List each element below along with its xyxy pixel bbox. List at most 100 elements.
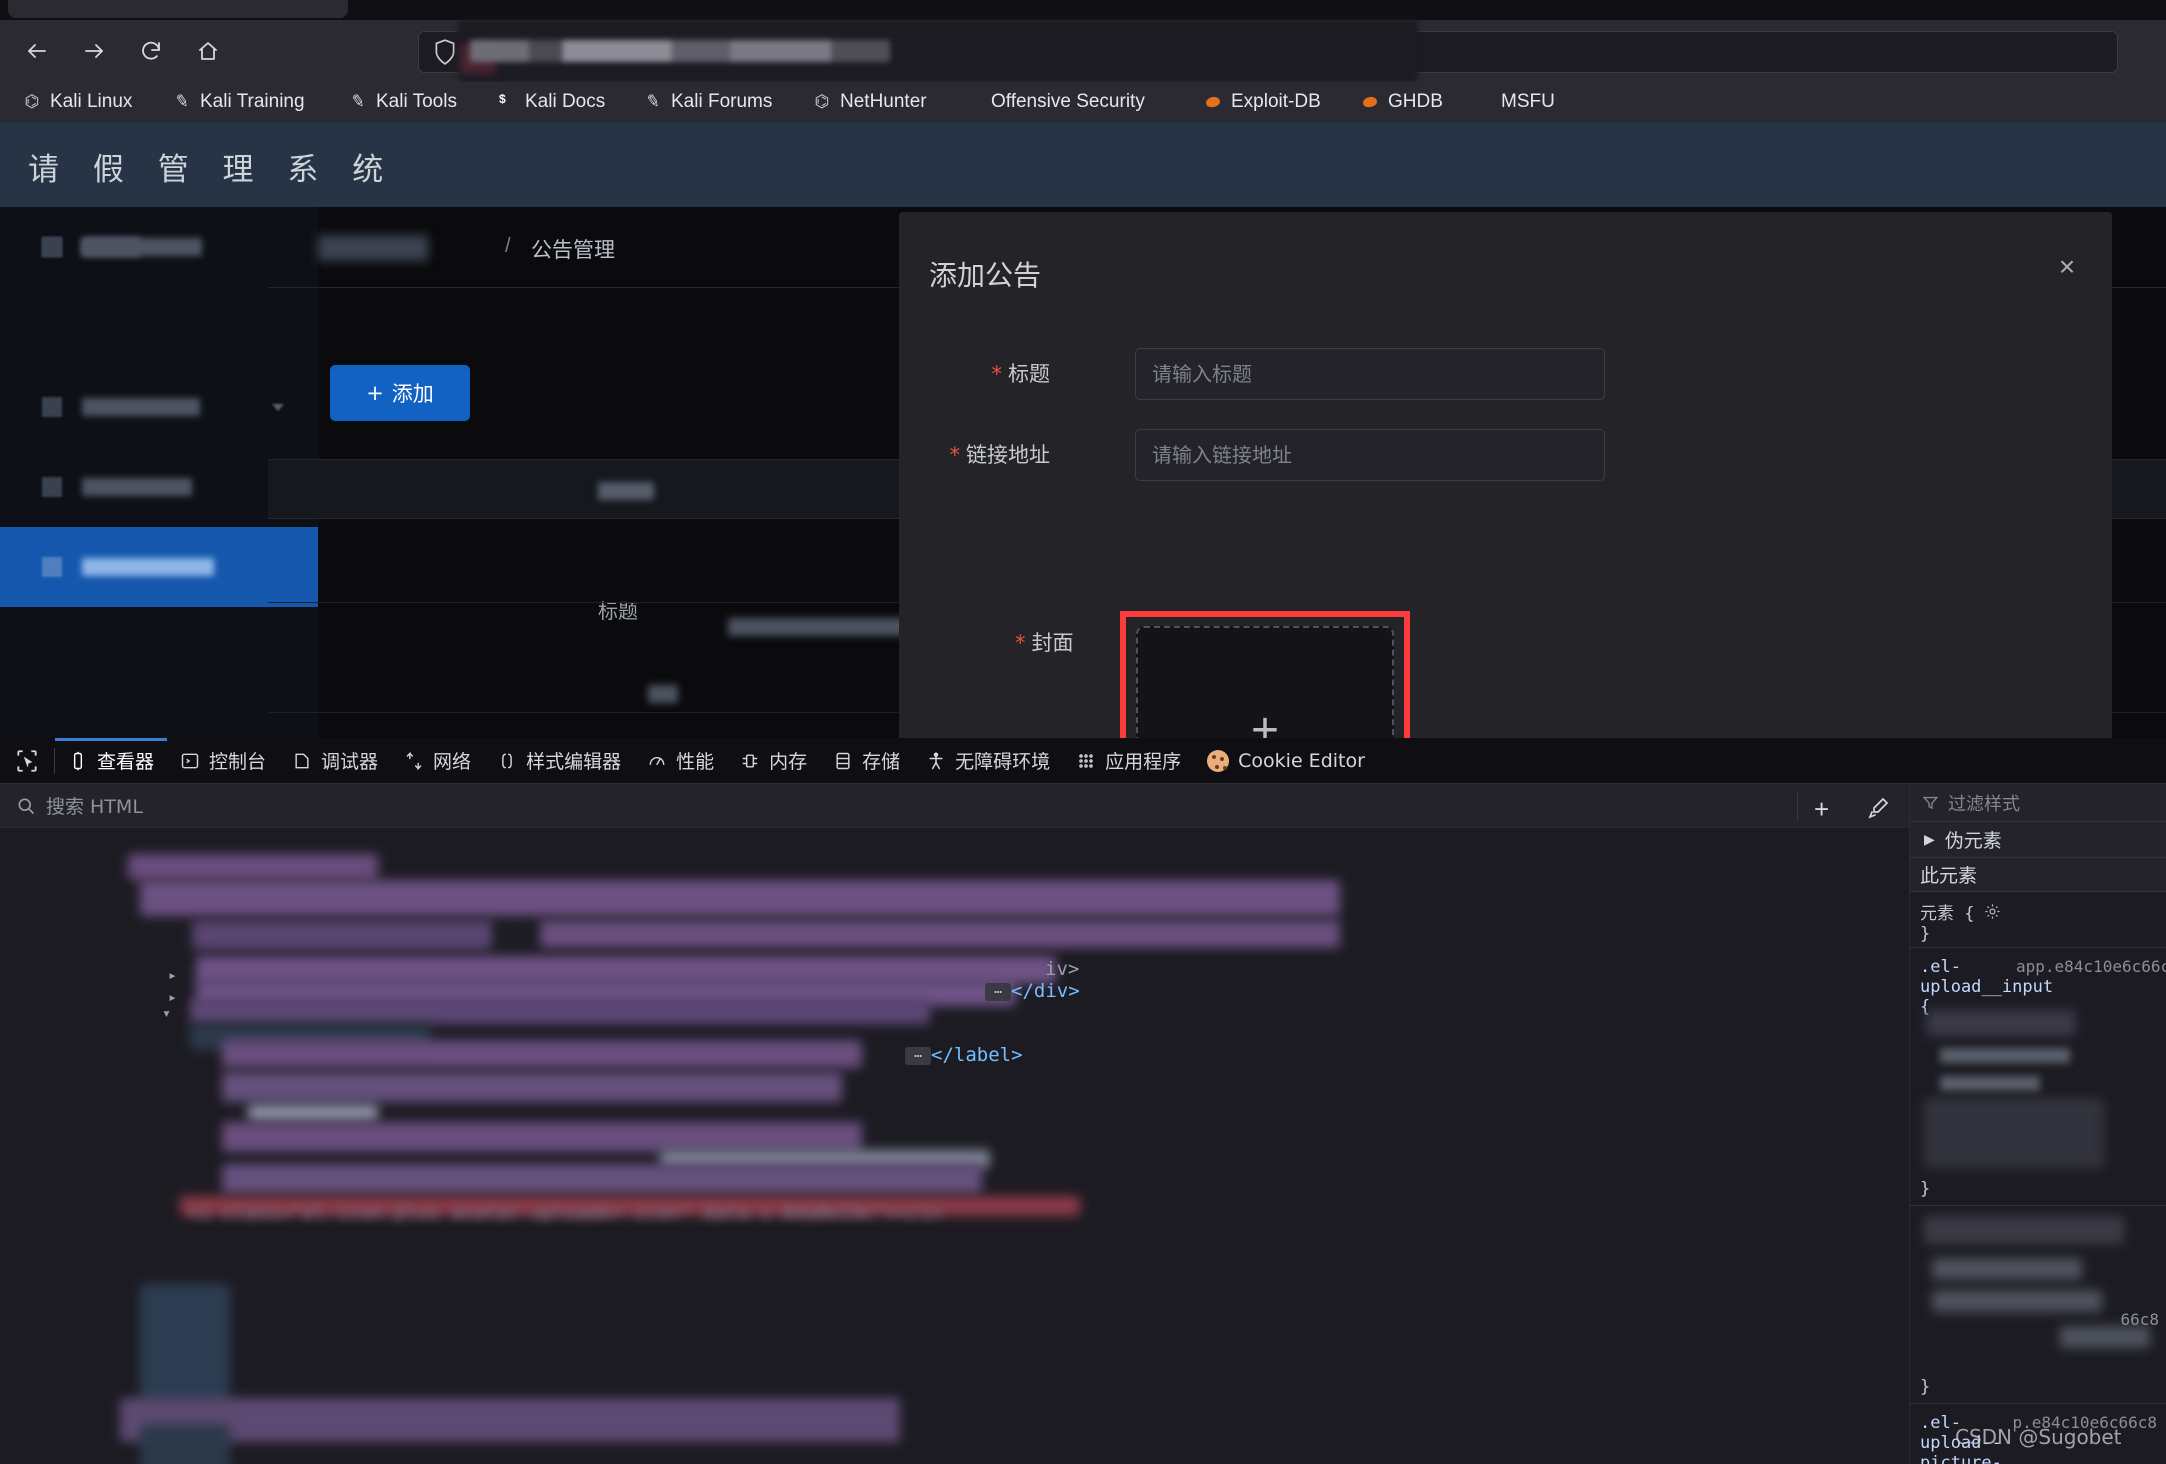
link-input[interactable]: 请输入链接地址 bbox=[1135, 429, 1605, 481]
tab-storage[interactable]: 存储 bbox=[820, 738, 913, 784]
tab-label: 内存 bbox=[769, 747, 807, 774]
sidebar-item-label bbox=[82, 238, 202, 256]
tab-label: 无障碍环境 bbox=[955, 747, 1050, 774]
page-title: 请 假 管 理 系 统 bbox=[28, 144, 395, 189]
rule-selector: .el-upload__input { bbox=[1920, 957, 2008, 1017]
address-bar-text bbox=[470, 40, 890, 62]
tab-label: 网络 bbox=[433, 747, 471, 774]
this-element-label: 此元素 bbox=[1910, 858, 2166, 892]
tab-label: 控制台 bbox=[209, 747, 266, 774]
chevron-right-icon: ▶ bbox=[1924, 832, 1935, 848]
bookmark-kali-training[interactable]: ✎ Kali Training bbox=[172, 88, 305, 116]
style-rule-blurred[interactable]: 66c8 } bbox=[1910, 1206, 2166, 1404]
kali-dragon-icon: ⌬ bbox=[812, 92, 832, 112]
link-input-placeholder: 请输入链接地址 bbox=[1152, 430, 1292, 480]
web-page-viewport: 请 假 管 理 系 统 bbox=[0, 122, 2166, 738]
title-input-placeholder: 请输入标题 bbox=[1152, 349, 1252, 399]
tab-accessibility[interactable]: 无障碍环境 bbox=[913, 738, 1063, 784]
bookmark-msfu[interactable]: MSFU bbox=[1473, 88, 1555, 116]
breadcrumb-current: 公告管理 bbox=[531, 234, 615, 264]
required-marker: * bbox=[992, 362, 1003, 386]
element-picker-icon[interactable] bbox=[0, 738, 54, 784]
bookmark-kali-docs[interactable]: Kali Docs bbox=[497, 88, 605, 116]
cover-upload-dropzone[interactable]: + bbox=[1136, 626, 1394, 738]
tab-debugger[interactable]: 调试器 bbox=[279, 738, 391, 784]
style-rule-upload-input[interactable]: .el-upload__input { app.e84c10e6c66c8 } bbox=[1910, 948, 2166, 1206]
browser-tab[interactable] bbox=[8, 0, 348, 18]
label-text: 标题 bbox=[1008, 362, 1050, 386]
back-button[interactable] bbox=[18, 32, 56, 70]
tab-console[interactable]: 控制台 bbox=[167, 738, 279, 784]
bookmark-kali-tools[interactable]: ✎ Kali Tools bbox=[348, 88, 457, 116]
tab-application[interactable]: 应用程序 bbox=[1063, 738, 1194, 784]
tab-label: 调试器 bbox=[321, 747, 378, 774]
filter-styles-input[interactable]: 过滤样式 bbox=[1910, 784, 2166, 822]
tab-memory[interactable]: 内存 bbox=[727, 738, 820, 784]
style-rule-element[interactable]: 元素 { } bbox=[1910, 892, 2166, 948]
markup-line-div-b: …</div> bbox=[985, 980, 1080, 1002]
tab-network[interactable]: 网络 bbox=[391, 738, 484, 784]
bookmark-kali-forums[interactable]: ✎ Kali Forums bbox=[643, 88, 772, 116]
pseudo-elements-section[interactable]: ▶ 伪元素 bbox=[1910, 822, 2166, 858]
tab-label: 存储 bbox=[862, 747, 900, 774]
tab-style-editor[interactable]: 样式编辑器 bbox=[484, 738, 634, 784]
table-header-cell-blur bbox=[598, 482, 654, 500]
sidebar-item-label bbox=[82, 398, 200, 416]
breadcrumb-parent[interactable] bbox=[318, 235, 428, 261]
bookmark-label: MSFU bbox=[1501, 91, 1555, 113]
devtools-toolbar: 查看器 控制台 调试器 网络 样式编辑器 性能 bbox=[0, 738, 2166, 784]
tab-cookie-editor[interactable]: Cookie Editor bbox=[1194, 738, 1378, 784]
toolbar-divider bbox=[1797, 792, 1798, 820]
sidebar-item-5-active[interactable] bbox=[0, 527, 318, 607]
sidebar-item-icon bbox=[42, 237, 62, 257]
element-rule-close: } bbox=[1920, 924, 2157, 944]
rule-close-brace: } bbox=[1920, 1179, 1930, 1199]
title-input[interactable]: 请输入标题 bbox=[1135, 348, 1605, 400]
label-text: 封面 bbox=[1032, 631, 1074, 655]
bookmark-label: GHDB bbox=[1388, 91, 1443, 113]
cookie-icon bbox=[1207, 750, 1229, 772]
bookmark-label: Kali Forums bbox=[671, 91, 772, 113]
markup-twisty[interactable]: ▾ bbox=[162, 1004, 171, 1022]
kali-feather-icon: ✎ bbox=[170, 90, 193, 113]
markup-twisty[interactable]: ▸ bbox=[168, 966, 177, 984]
required-marker: * bbox=[950, 443, 961, 467]
tab-inspector[interactable]: 查看器 bbox=[55, 738, 167, 784]
bookmark-label: Kali Training bbox=[200, 91, 305, 113]
exploitdb-bug-icon bbox=[1203, 92, 1223, 112]
add-node-icon[interactable]: + bbox=[1814, 794, 1829, 825]
sidebar-item-2[interactable] bbox=[0, 207, 318, 287]
kali-feather-icon: ✎ bbox=[346, 90, 369, 113]
forward-button[interactable] bbox=[75, 32, 113, 70]
sidebar-item-label bbox=[82, 478, 192, 496]
markup-line-label: …</label> bbox=[905, 1044, 1023, 1066]
bookmark-nethunter[interactable]: ⌬ NetHunter bbox=[812, 88, 927, 116]
tab-performance[interactable]: 性能 bbox=[634, 738, 727, 784]
home-button[interactable] bbox=[189, 32, 227, 70]
styles-panel: 过滤样式 ▶ 伪元素 此元素 元素 { } .el-upload__input … bbox=[1909, 784, 2166, 1464]
reload-button[interactable] bbox=[132, 32, 170, 70]
markup-tree[interactable]: ▸ iv> ▸ …</div> ▾ …</label> <i class="el… bbox=[0, 828, 1909, 1464]
bookmark-label: NetHunter bbox=[840, 91, 927, 113]
label-text: 链接地址 bbox=[966, 443, 1050, 467]
eyedropper-icon[interactable] bbox=[1866, 796, 1890, 825]
markup-line-i-tag: <i class="el-icon-plus avatar-uploader-i… bbox=[188, 1202, 943, 1224]
tab-label: Cookie Editor bbox=[1238, 750, 1365, 772]
screen: 请假管理系统 http://localhost:8080/#/... ▣ 登录 … bbox=[0, 0, 2166, 1464]
bookmark-kali-linux[interactable]: ⌬ Kali Linux bbox=[22, 88, 132, 116]
bookmark-label: Offensive Security bbox=[991, 91, 1145, 113]
kali-feather-icon: ✎ bbox=[641, 90, 664, 113]
plus-icon: + bbox=[1251, 707, 1279, 738]
rule-close-brace: } bbox=[1920, 1377, 1930, 1397]
sidebar-item-icon bbox=[42, 557, 62, 577]
bookmark-exploit-db[interactable]: Exploit-DB bbox=[1203, 88, 1321, 116]
bookmark-offensive-security[interactable]: Offensive Security bbox=[963, 88, 1145, 116]
watermark: CSDN @Sugobet bbox=[1955, 1425, 2122, 1449]
link-field-label: *链接地址 bbox=[810, 429, 1050, 481]
markup-search-bar[interactable]: 搜索 HTML bbox=[0, 784, 1909, 828]
close-icon[interactable]: × bbox=[2050, 250, 2084, 284]
ghdb-bug-icon bbox=[1360, 92, 1380, 112]
bookmark-ghdb[interactable]: GHDB bbox=[1360, 88, 1443, 116]
table-header-title: 标题 bbox=[598, 595, 638, 624]
shield-icon[interactable] bbox=[432, 38, 458, 71]
